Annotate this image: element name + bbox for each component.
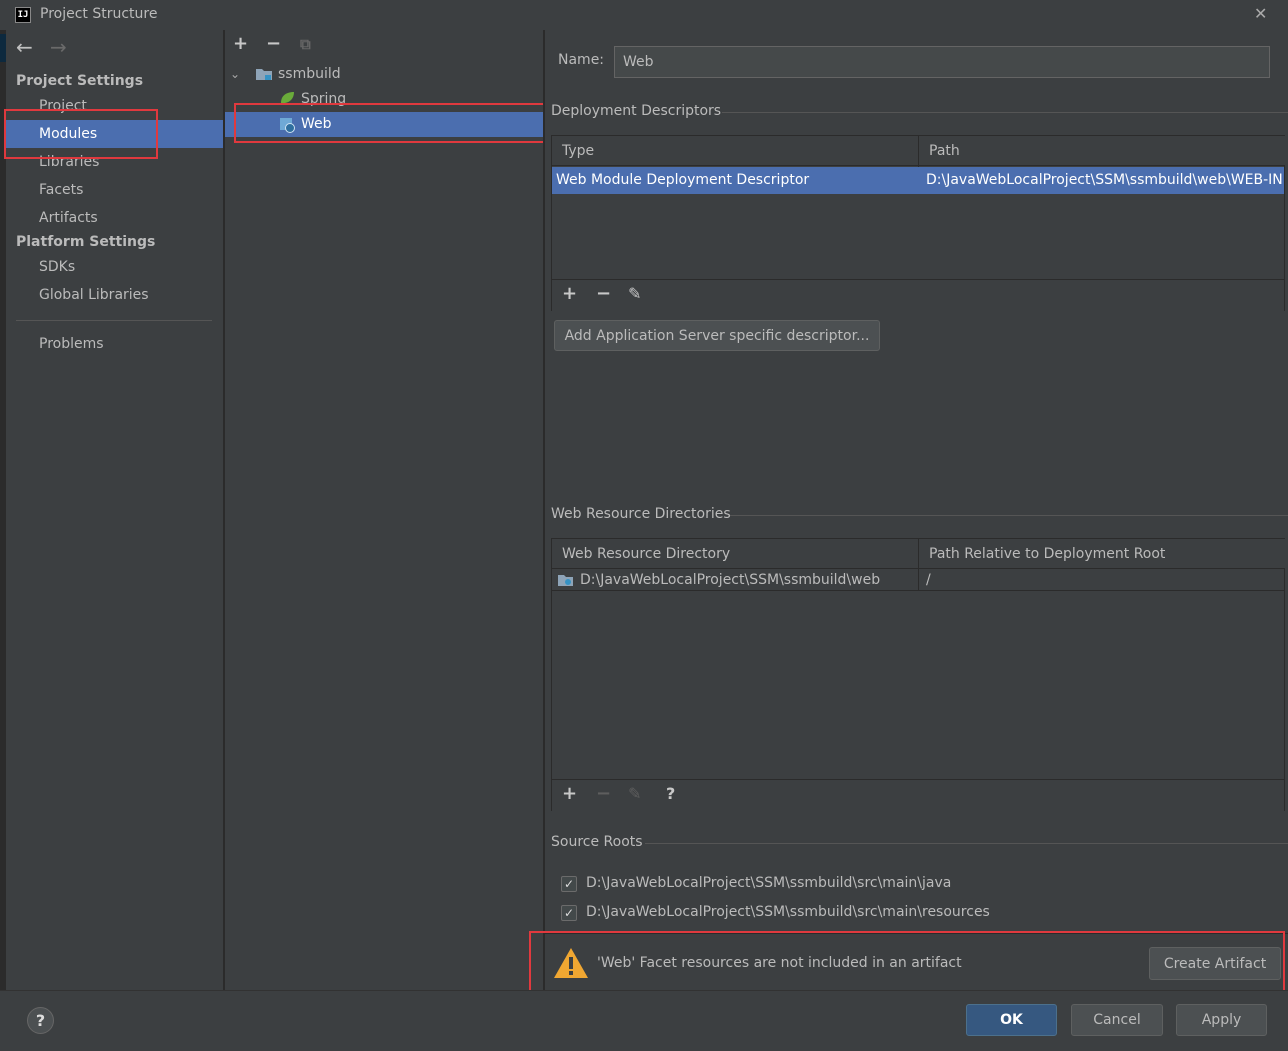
tree-item-ssmbuild[interactable]: ssmbuild xyxy=(278,62,341,87)
nav-item-artifacts[interactable]: Artifacts xyxy=(6,204,223,232)
add-resource-icon[interactable]: + xyxy=(562,783,577,804)
web-folder-icon xyxy=(557,573,574,587)
descriptor-toolbar: + − ✎ xyxy=(552,279,1284,311)
nav-item-problems[interactable]: Problems xyxy=(6,330,223,358)
add-server-descriptor-button[interactable]: Add Application Server specific descript… xyxy=(554,320,880,351)
back-arrow-icon[interactable]: ← xyxy=(16,35,33,59)
resource-toolbar: + − ✎ ? xyxy=(552,779,1284,811)
resource-rel-cell: / xyxy=(926,572,931,588)
remove-descriptor-icon[interactable]: − xyxy=(596,283,611,304)
source-root-resources: D:\JavaWebLocalProject\SSM\ssmbuild\src\… xyxy=(586,904,990,920)
group-separator xyxy=(730,515,1288,516)
web-resource-table: Web Resource Directory Path Relative to … xyxy=(551,538,1285,811)
add-descriptor-icon[interactable]: + xyxy=(562,283,577,304)
intellij-app-icon: IJ xyxy=(15,7,31,23)
descriptor-path-cell: D:\JavaWebLocalProject\SSM\ssmbuild\web\… xyxy=(926,172,1284,188)
source-root-checkbox[interactable]: ✓ xyxy=(561,905,577,921)
nav-item-sdks[interactable]: SDKs xyxy=(6,253,223,281)
help-question-icon[interactable]: ? xyxy=(666,784,675,803)
edit-descriptor-icon[interactable]: ✎ xyxy=(628,284,641,303)
name-label: Name: xyxy=(558,52,605,68)
module-tree-pane xyxy=(225,30,545,990)
column-header-path-relative[interactable]: Path Relative to Deployment Root xyxy=(919,539,1285,569)
edit-resource-icon[interactable]: ✎ xyxy=(628,784,641,803)
descriptor-type-cell: Web Module Deployment Descriptor xyxy=(556,172,810,188)
platform-settings-header: Platform Settings xyxy=(16,234,156,250)
resource-dir-cell: D:\JavaWebLocalProject\SSM\ssmbuild\web xyxy=(580,572,881,588)
add-icon[interactable]: + xyxy=(233,33,248,54)
name-field[interactable]: Web xyxy=(614,46,1270,78)
group-separator xyxy=(722,112,1288,113)
module-folder-icon xyxy=(255,67,273,81)
column-header-path[interactable]: Path xyxy=(919,136,1285,166)
deployment-descriptors-title: Deployment Descriptors xyxy=(551,103,722,119)
window-title: Project Structure xyxy=(40,6,158,22)
source-root-java: D:\JavaWebLocalProject\SSM\ssmbuild\src\… xyxy=(586,875,952,891)
column-header-type[interactable]: Type xyxy=(552,136,919,166)
cancel-button[interactable]: Cancel xyxy=(1071,1004,1163,1036)
close-window-icon[interactable]: ✕ xyxy=(1254,4,1267,23)
nav-item-global-libraries[interactable]: Global Libraries xyxy=(6,281,223,309)
help-button[interactable]: ? xyxy=(27,1007,54,1034)
highlight-box-modules xyxy=(4,109,158,159)
apply-button[interactable]: Apply xyxy=(1176,1004,1267,1036)
group-separator xyxy=(645,843,1288,844)
remove-icon[interactable]: − xyxy=(266,33,281,54)
web-resource-directories-title: Web Resource Directories xyxy=(551,506,731,522)
chevron-down-icon[interactable]: ⌄ xyxy=(230,62,240,87)
copy-icon[interactable]: ⧉ xyxy=(300,35,311,53)
source-root-checkbox[interactable]: ✓ xyxy=(561,876,577,892)
table-row[interactable]: Web Module Deployment Descriptor D:\Java… xyxy=(552,167,1284,194)
source-roots-title: Source Roots xyxy=(551,834,643,850)
deployment-descriptors-table: Type Path Web Module Deployment Descript… xyxy=(551,135,1285,311)
nav-divider xyxy=(16,320,212,321)
column-header-web-resource-directory[interactable]: Web Resource Directory xyxy=(552,539,919,569)
nav-item-facets[interactable]: Facets xyxy=(6,176,223,204)
table-row[interactable]: D:\JavaWebLocalProject\SSM\ssmbuild\web … xyxy=(552,570,1284,591)
pane-divider-2[interactable] xyxy=(543,30,545,990)
highlight-box-web xyxy=(234,103,545,143)
title-bar: IJ Project Structure ✕ xyxy=(0,0,1288,30)
project-settings-header: Project Settings xyxy=(16,73,144,89)
ok-button[interactable]: OK xyxy=(966,1004,1057,1036)
remove-resource-icon[interactable]: − xyxy=(596,783,611,804)
forward-arrow-icon[interactable]: → xyxy=(50,35,67,59)
